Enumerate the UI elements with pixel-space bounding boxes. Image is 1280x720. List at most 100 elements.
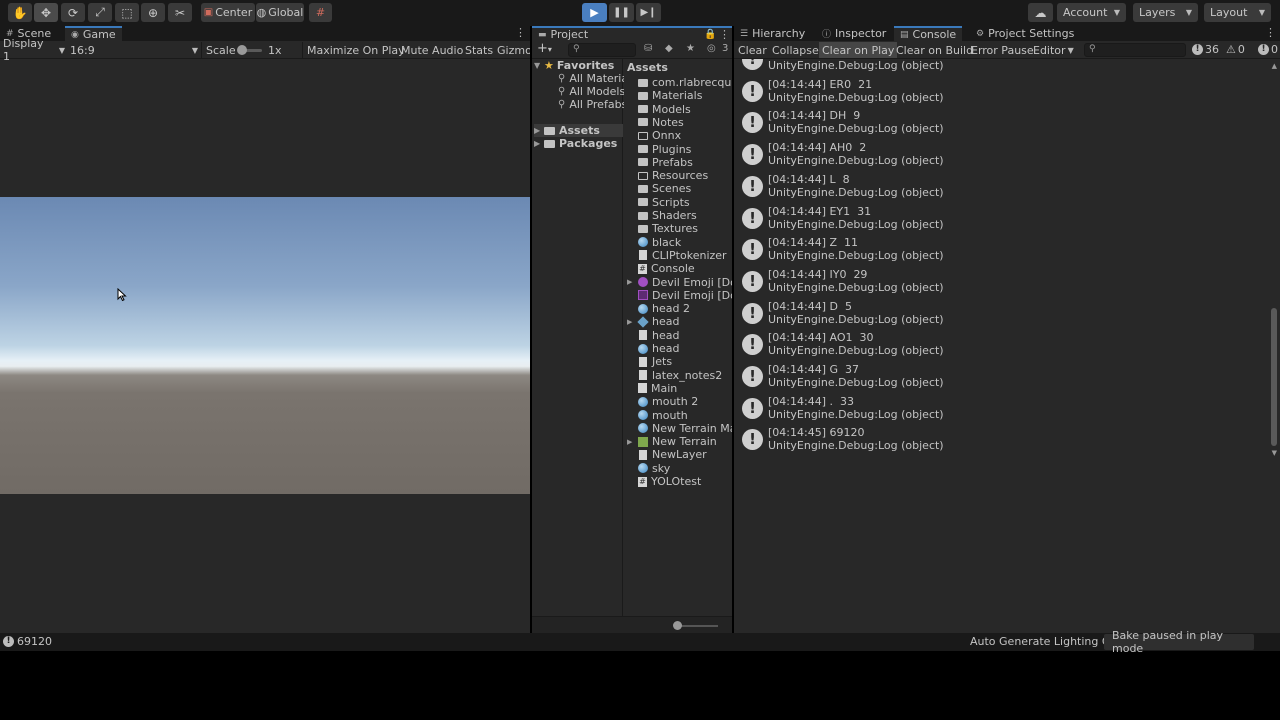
aspect-dropdown[interactable]: 16:9 ▼ bbox=[70, 43, 198, 57]
asset-item[interactable]: New Terrain Material bbox=[624, 422, 732, 435]
asset-item[interactable]: ▶ New Terrain bbox=[624, 435, 732, 448]
play-button[interactable]: ▶ bbox=[582, 3, 607, 22]
asset-item[interactable]: CLIPtokenizer bbox=[624, 249, 732, 262]
assets-root-node[interactable]: ▶ Assets bbox=[534, 124, 623, 137]
project-menu-icon[interactable]: ⋮ bbox=[719, 28, 730, 41]
favorite-star-icon[interactable]: ★ bbox=[686, 43, 695, 54]
asset-item[interactable]: # Console bbox=[624, 262, 732, 275]
asset-item[interactable]: sky bbox=[624, 462, 732, 475]
asset-item[interactable]: Textures bbox=[624, 222, 732, 235]
game-menu-icon[interactable]: ⋮ bbox=[515, 26, 526, 39]
info-count-toggle[interactable]: ! 36 bbox=[1192, 43, 1219, 56]
account-dropdown[interactable]: Account ▼ bbox=[1057, 3, 1126, 22]
asset-item[interactable]: mouth 2 bbox=[624, 395, 732, 408]
rect-tool-button[interactable]: ⬚ bbox=[115, 3, 139, 22]
log-entry[interactable]: ! [04:14:45] 69120 UnityEngine.Debug:Log (… bbox=[734, 424, 1270, 455]
asset-item[interactable]: Models bbox=[624, 103, 732, 116]
asset-item[interactable]: Resources bbox=[624, 169, 732, 182]
clear-on-build-toggle[interactable]: Clear on Build bbox=[893, 42, 976, 58]
asset-item[interactable]: # YOLOtest bbox=[624, 475, 732, 488]
asset-item[interactable]: black bbox=[624, 236, 732, 249]
lighting-status[interactable]: Auto Generate Lighting Off bbox=[970, 635, 1118, 648]
console-menu-icon[interactable]: ⋮ bbox=[1265, 26, 1276, 39]
error-count-toggle[interactable]: ! 0 bbox=[1258, 43, 1278, 56]
scroll-down-arrow-icon[interactable]: ▼ bbox=[1272, 449, 1277, 457]
console-search-input[interactable]: ⚲ bbox=[1084, 43, 1186, 57]
asset-item[interactable]: Jets bbox=[624, 355, 732, 368]
icon-size-slider[interactable] bbox=[676, 625, 718, 627]
cloud-button[interactable]: ☁ bbox=[1028, 3, 1053, 22]
asset-item[interactable]: mouth bbox=[624, 409, 732, 422]
status-last-log[interactable]: 69120 bbox=[17, 635, 52, 648]
tab-project-settings[interactable]: ⚙ Project Settings bbox=[970, 26, 1080, 41]
asset-item[interactable]: Materials bbox=[624, 89, 732, 102]
scale-tool-button[interactable]: ⤢ bbox=[88, 3, 112, 22]
asset-item[interactable]: Plugins bbox=[624, 143, 732, 156]
tab-project[interactable]: ▬ Project 🔒 ⋮ bbox=[532, 26, 732, 41]
tab-game[interactable]: ◉ Game bbox=[65, 26, 122, 41]
scroll-up-arrow-icon[interactable]: ▲ bbox=[1272, 62, 1277, 70]
hidden-packages-icon[interactable]: ◎ bbox=[707, 43, 716, 54]
log-entry[interactable]: ! [04:14:44] D 5 UnityEngine.Debug:Log (ob… bbox=[734, 298, 1270, 329]
lock-icon[interactable]: 🔒 bbox=[704, 29, 716, 40]
icon-size-slider-handle[interactable] bbox=[673, 621, 682, 630]
asset-item[interactable]: NewLayer bbox=[624, 448, 732, 461]
bake-status-box[interactable]: Bake paused in play mode bbox=[1104, 629, 1254, 655]
log-entry[interactable]: ! [04:14:44] ER0 21 UnityEngine.Debug:Log … bbox=[734, 76, 1270, 107]
mute-audio-toggle[interactable]: Mute Audio bbox=[401, 43, 463, 57]
favorite-item[interactable]: ⚲ All Models bbox=[558, 85, 625, 98]
game-viewport[interactable] bbox=[0, 197, 530, 494]
layers-dropdown[interactable]: Layers ▼ bbox=[1133, 3, 1198, 22]
asset-item[interactable]: Main bbox=[624, 382, 732, 395]
asset-item[interactable]: com.rlabrecque.steamworks.net bbox=[624, 76, 732, 89]
asset-item[interactable]: ▶ Devil Emoji [Download] bbox=[624, 276, 732, 289]
gizmos-toggle[interactable]: Gizmos bbox=[497, 43, 530, 57]
tab-console[interactable]: ▤ Console bbox=[894, 26, 963, 41]
favorites-node[interactable]: ▼ ★ Favorites bbox=[534, 59, 614, 72]
log-entry[interactable]: ! [04:14:44] IY0 29 UnityEngine.Debug:Log … bbox=[734, 266, 1270, 297]
step-button[interactable]: ▶❙ bbox=[636, 3, 661, 22]
display-dropdown[interactable]: Display 1 ▼ bbox=[3, 37, 65, 63]
asset-item[interactable]: Scenes bbox=[624, 182, 732, 195]
tab-hierarchy[interactable]: ☰ Hierarchy bbox=[734, 26, 811, 41]
log-entry[interactable]: ! [04:14:44] AO1 30 UnityEngine.Debug:Log … bbox=[734, 329, 1270, 360]
log-entry[interactable]: ! [04:14:44] G 37 UnityEngine.Debug:Log (o… bbox=[734, 361, 1270, 392]
packages-root-node[interactable]: ▶ Packages bbox=[534, 137, 617, 150]
asset-item[interactable]: Onnx bbox=[624, 129, 732, 142]
favorite-item[interactable]: ⚲ All Prefabs bbox=[558, 98, 627, 111]
error-pause-toggle[interactable]: Error Pause bbox=[968, 42, 1037, 58]
hand-tool-button[interactable]: ✋ bbox=[8, 3, 32, 22]
editor-dropdown[interactable]: Editor ▼ bbox=[1030, 42, 1077, 58]
log-entry[interactable]: ! [04:14:44] EY1 31 UnityEngine.Debug:Log … bbox=[734, 203, 1270, 234]
pause-button[interactable]: ❚❚ bbox=[609, 3, 634, 22]
tab-inspector[interactable]: ⓘ Inspector bbox=[816, 26, 892, 41]
custom-tool-button[interactable]: ✂ bbox=[168, 3, 192, 22]
chevron-right-icon[interactable]: ▶ bbox=[627, 438, 632, 446]
asset-item[interactable]: head bbox=[624, 342, 732, 355]
asset-item[interactable]: Prefabs bbox=[624, 156, 732, 169]
stats-toggle[interactable]: Stats bbox=[465, 43, 493, 57]
collapse-toggle[interactable]: Collapse bbox=[769, 42, 822, 58]
add-asset-button[interactable]: +▾ bbox=[537, 41, 552, 56]
project-search-input[interactable]: ⚲ bbox=[568, 43, 636, 57]
grid-snap-button[interactable]: # bbox=[309, 3, 332, 22]
layout-dropdown[interactable]: Layout ▼ bbox=[1204, 3, 1271, 22]
log-entry[interactable]: ! [04:14:44] AH0 2 UnityEngine.Debug:Log (… bbox=[734, 139, 1270, 170]
warning-count-toggle[interactable]: ⚠ 0 bbox=[1226, 43, 1245, 56]
maximize-on-play-toggle[interactable]: Maximize On Play bbox=[307, 43, 405, 57]
chevron-right-icon[interactable]: ▶ bbox=[627, 278, 632, 286]
chevron-right-icon[interactable]: ▶ bbox=[627, 318, 632, 326]
asset-item[interactable]: head bbox=[624, 329, 732, 342]
asset-item[interactable]: Shaders bbox=[624, 209, 732, 222]
asset-item[interactable]: latex_notes2 bbox=[624, 369, 732, 382]
log-entry[interactable]: ! [04:14:44] . 33 UnityEngine.Debug:Log (o… bbox=[734, 393, 1270, 424]
transform-tool-button[interactable]: ⊕ bbox=[141, 3, 165, 22]
clear-on-play-toggle[interactable]: Clear on Play bbox=[819, 42, 898, 58]
pivot-center-toggle[interactable]: ▣ Center bbox=[201, 3, 255, 22]
log-entry[interactable]: ! [04:14:44] L 8 UnityEngine.Debug:Log (ob… bbox=[734, 171, 1270, 202]
asset-item[interactable]: ▶ head bbox=[624, 315, 732, 328]
scale-slider-handle[interactable] bbox=[237, 45, 247, 55]
asset-item[interactable]: Devil Emoji [Download] bbox=[624, 289, 732, 302]
filter-type-icon[interactable]: ⛁ bbox=[644, 43, 652, 54]
console-scrollbar-thumb[interactable] bbox=[1271, 308, 1277, 446]
